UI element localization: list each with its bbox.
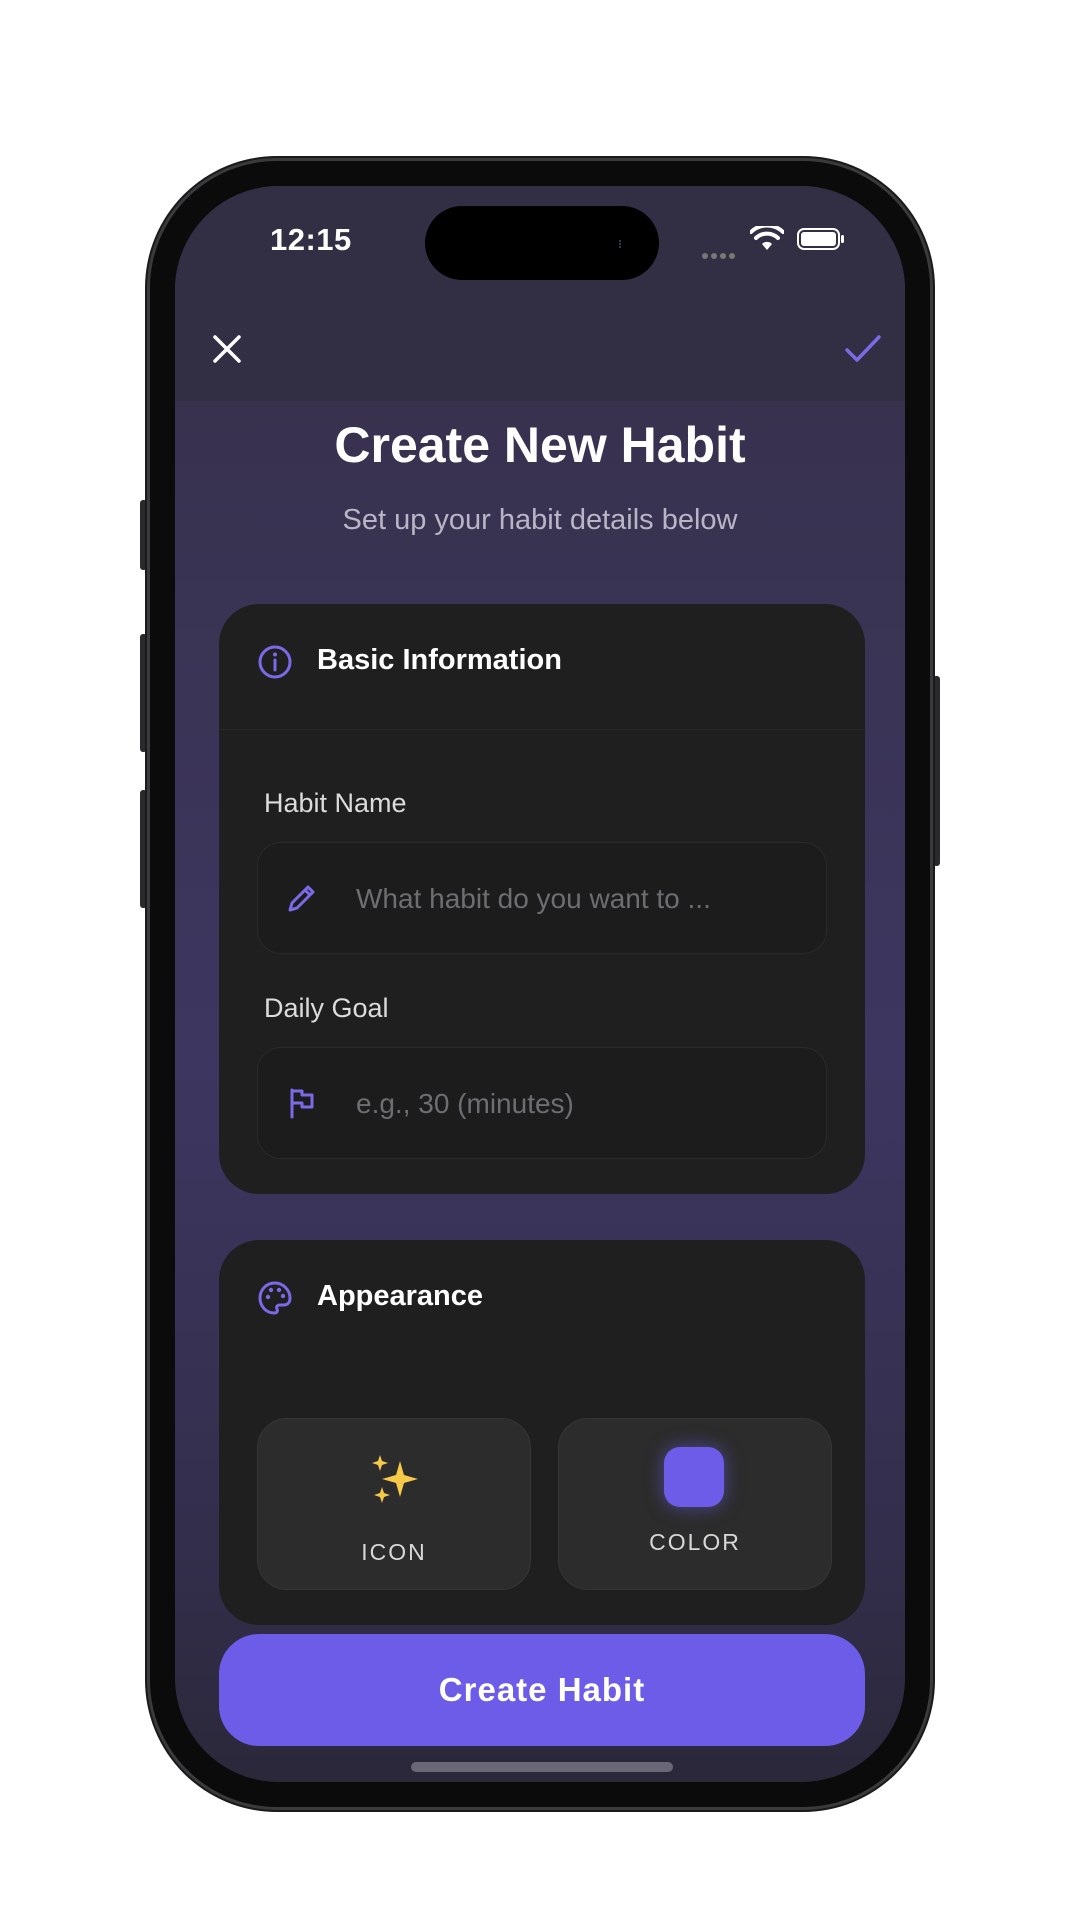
icon-tile-label: ICON (361, 1539, 427, 1565)
icon-picker-tile[interactable]: ICON (257, 1418, 531, 1590)
info-circle-icon (258, 645, 292, 679)
navigation-bar: 12:15 (175, 186, 905, 401)
habit-name-input[interactable] (354, 843, 808, 955)
appearance-card: Appearance ICON COLOR (219, 1240, 865, 1625)
daily-goal-input[interactable] (354, 1048, 808, 1160)
power-button (933, 676, 940, 866)
volume-down-button (140, 790, 147, 908)
basic-information-header: Basic Information (219, 604, 865, 730)
daily-goal-label: Daily Goal (264, 993, 389, 1023)
silent-switch (140, 500, 147, 570)
color-tile-label: COLOR (649, 1529, 741, 1555)
home-indicator[interactable] (411, 1762, 673, 1772)
habit-name-field[interactable] (257, 842, 827, 955)
page-subtitle: Set up your habit details below (342, 504, 738, 536)
daily-goal-field[interactable] (257, 1047, 827, 1160)
palette-icon (258, 1281, 292, 1315)
checkmark-icon[interactable] (843, 331, 883, 367)
basic-information-card: Basic Information Habit Name Daily Goal (219, 604, 865, 1194)
flag-icon (290, 1088, 314, 1119)
dynamic-island (425, 206, 659, 280)
cellular-signal-icon (702, 246, 740, 259)
page-title: Create New Habit (334, 417, 746, 473)
close-icon[interactable] (209, 331, 245, 367)
battery-icon (797, 228, 844, 250)
wifi-icon (750, 226, 784, 250)
app-screen: 12:15 Create New Habit Set up your habit… (175, 186, 905, 1782)
status-time: 12:15 (270, 222, 352, 257)
basic-information-title: Basic Information (317, 644, 562, 676)
sparkles-icon (372, 1455, 418, 1503)
pencil-icon (288, 885, 315, 912)
color-picker-tile[interactable]: COLOR (558, 1418, 832, 1590)
appearance-title: Appearance (317, 1280, 484, 1312)
habit-name-label: Habit Name (264, 788, 407, 818)
create-habit-button[interactable]: Create Habit (219, 1634, 865, 1746)
appearance-header: Appearance (219, 1240, 865, 1365)
volume-up-button (140, 634, 147, 752)
color-swatch (664, 1447, 724, 1507)
